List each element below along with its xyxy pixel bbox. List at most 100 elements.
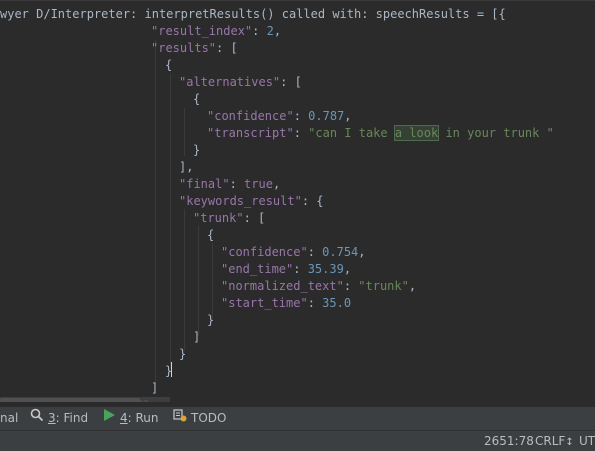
code-line: "start_time": 35.0: [221, 295, 351, 312]
code-token: 2: [266, 24, 274, 38]
ide-window: wyer D/Interpreter: interpretResults() c…: [0, 0, 595, 451]
code-token: "confidence": [221, 245, 308, 259]
search-highlight: a look: [393, 125, 440, 141]
code-token: "normalized_text": [221, 279, 344, 293]
code-token: :: [307, 245, 323, 259]
code-token: : [: [216, 41, 238, 55]
code-token: {: [165, 58, 173, 72]
code-token: ]: [193, 330, 201, 344]
indent-guide: [155, 40, 156, 385]
fold-marker-icon: ⌄⌄: [138, 395, 149, 402]
line-separator-label: CRLF: [535, 434, 566, 448]
horizontal-scrollbar-thumb[interactable]: [0, 398, 140, 402]
code-token: ]: [151, 381, 159, 395]
indent-guide: [198, 226, 199, 336]
code-token: :: [229, 177, 245, 191]
indent-guide: [184, 209, 185, 351]
line-separator-widget[interactable]: CRLF↕: [535, 431, 574, 451]
code-token: 0.754: [322, 245, 359, 259]
code-token: :: [293, 109, 309, 123]
code-line: "trunk": [: [193, 210, 265, 227]
todo-tab[interactable]: TODO: [173, 407, 226, 430]
code-line: }: [179, 346, 186, 363]
run-tab-key: 4: [120, 411, 128, 425]
code-token: 0.787: [308, 109, 345, 123]
indent-guide: [184, 108, 185, 156]
code-token: "trunk": [193, 211, 244, 225]
code-token: }: [207, 313, 215, 327]
code-token: :: [252, 24, 267, 38]
code-line: ]: [193, 329, 200, 346]
code-token: ,: [344, 109, 352, 123]
status-bar: 2651:78 CRLF↕ UT: [0, 430, 595, 451]
code-token: "trunk": [358, 279, 409, 293]
code-line: "keywords_result": {: [179, 193, 324, 210]
indent-guide: [170, 74, 171, 369]
text-caret: [171, 362, 172, 377]
code-line: }: [193, 142, 200, 159]
code-token: "start_time": [221, 296, 308, 310]
code-token: "alternatives": [179, 75, 281, 89]
indent-guide: [212, 243, 213, 319]
code-token: ,: [273, 24, 282, 38]
code-line: "confidence": 0.754,: [221, 244, 366, 261]
code-token: }: [179, 347, 187, 361]
find-tab[interactable]: 3: Find: [30, 407, 88, 430]
code-token: "final": [179, 177, 230, 191]
code-token: :: [293, 126, 309, 140]
code-token: "keywords_result": [179, 194, 302, 208]
code-token: ,: [272, 177, 281, 191]
code-line: {: [207, 227, 214, 244]
code-token: "end_time": [221, 262, 294, 276]
code-token: {: [193, 92, 201, 106]
todo-icon: [173, 407, 187, 430]
code-line: "normalized_text": "trunk",: [221, 278, 416, 295]
code-token: wyer D/Interpreter: interpretResults() c…: [0, 7, 506, 21]
code-line: "result_index": 2,: [151, 23, 281, 40]
code-token: "results": [151, 41, 217, 55]
code-line: ],: [179, 159, 193, 176]
code-token: in your trunk ": [438, 126, 554, 140]
editor-top-border: [0, 0, 595, 1]
code-token: "confidence": [207, 109, 294, 123]
code-token: ,: [343, 262, 352, 276]
code-token: {: [207, 228, 215, 242]
code-token: true: [244, 177, 273, 191]
tool-window-bar: nal 3: Find 4: Run TODO: [0, 406, 595, 430]
code-line: }: [207, 312, 214, 329]
updown-arrow-icon: ↕: [565, 437, 574, 448]
caret-position[interactable]: 2651:78: [484, 431, 534, 451]
code-token: 35.39: [307, 262, 344, 276]
code-token: "can I take: [308, 126, 395, 140]
code-token: }: [193, 143, 201, 157]
run-tab-label: : Run: [127, 411, 159, 425]
play-icon: [103, 407, 116, 430]
code-line: ]: [151, 380, 158, 397]
todo-tab-label: TODO: [191, 411, 227, 425]
code-line: {: [193, 91, 200, 108]
terminal-tab[interactable]: nal: [0, 407, 18, 430]
code-token: 35.0: [322, 296, 352, 310]
code-token: ,: [408, 279, 417, 293]
find-tab-key: 3: [48, 411, 56, 425]
code-token: ],: [179, 160, 194, 174]
code-editor[interactable]: wyer D/Interpreter: interpretResults() c…: [0, 0, 595, 402]
code-token: "result_index": [151, 24, 253, 38]
code-line: "alternatives": [: [179, 74, 302, 91]
code-token: :: [343, 279, 359, 293]
file-encoding[interactable]: UT: [579, 431, 595, 451]
code-line: wyer D/Interpreter: interpretResults() c…: [0, 6, 506, 23]
code-token: "transcript": [207, 126, 294, 140]
code-token: ,: [358, 245, 366, 259]
code-token: : [: [243, 211, 266, 225]
code-line: "transcript": "can I take a look in your…: [207, 125, 554, 142]
find-tab-label: : Find: [55, 411, 89, 425]
code-line: {: [165, 57, 172, 74]
run-tab[interactable]: 4: Run: [103, 407, 159, 430]
terminal-tab-label: nal: [0, 411, 19, 425]
code-line: "confidence": 0.787,: [207, 108, 352, 125]
code-token: :: [307, 296, 323, 310]
search-icon: [30, 407, 44, 430]
code-token: : [: [280, 75, 302, 89]
code-token: :: [293, 262, 308, 276]
